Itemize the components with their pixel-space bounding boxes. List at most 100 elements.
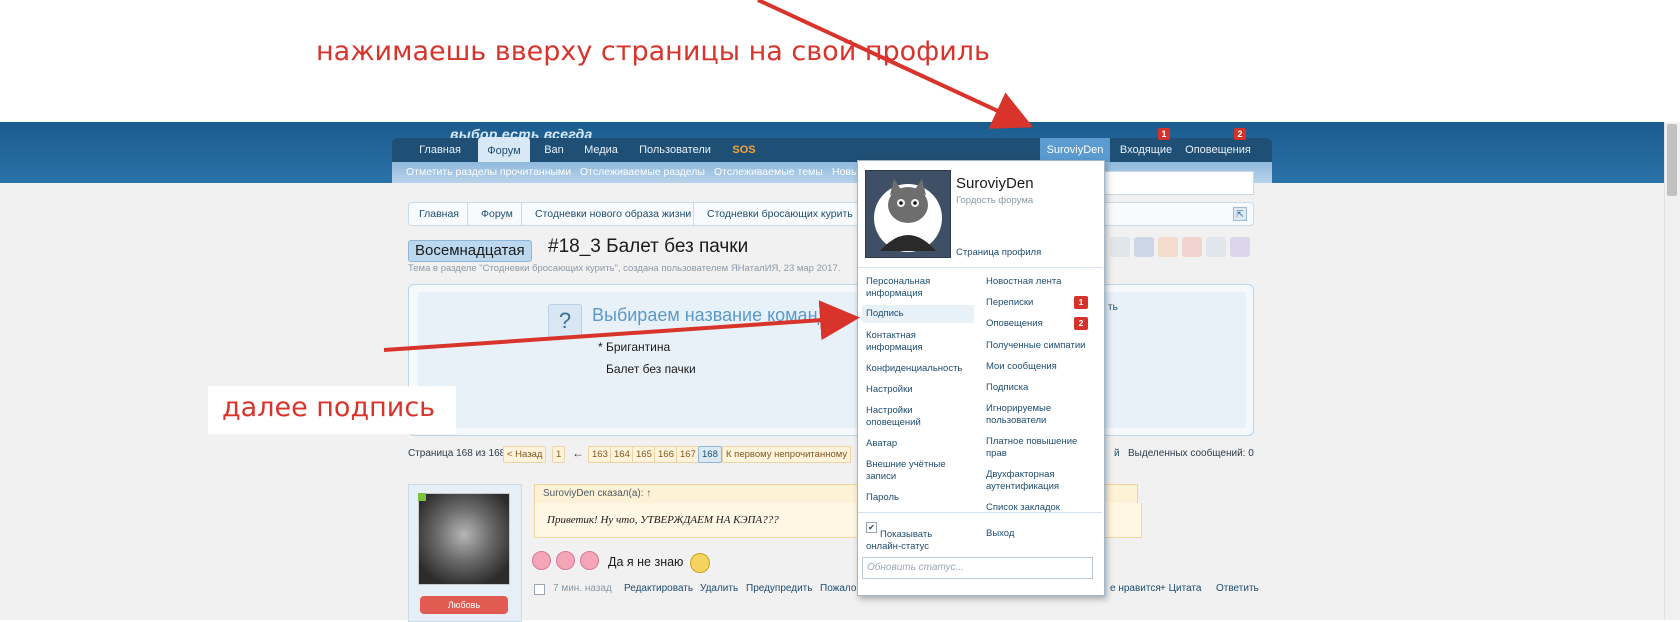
share-facebook-icon[interactable] — [1134, 237, 1154, 257]
share-viber-icon[interactable] — [1230, 237, 1250, 257]
breadcrumb-separator — [467, 203, 468, 225]
page-count-label: Страница 168 из 168 — [408, 448, 506, 459]
breadcrumb-separator — [693, 203, 694, 225]
menu-privacy[interactable]: Конфиденциальность — [866, 363, 981, 375]
pig-smiley-icon — [532, 551, 551, 570]
ellipsis-arrow: ← — [572, 446, 584, 460]
quote-link[interactable]: + Цитата — [1160, 583, 1201, 594]
dropdown-username[interactable]: SuroviyDen — [956, 175, 1034, 192]
share-odnoklassniki-icon[interactable] — [1158, 237, 1178, 257]
reply-link[interactable]: Ответить — [1216, 583, 1259, 594]
page-166[interactable]: 166 — [654, 446, 678, 463]
breadcrumb-separator — [521, 203, 522, 225]
show-online-label[interactable]: Показывать онлайн-статус — [866, 529, 956, 553]
annotation-top: нажимаешь вверху страницы на свой профил… — [316, 36, 990, 67]
page-163[interactable]: 163 — [588, 446, 612, 463]
tab-users[interactable]: Пользователи — [632, 138, 718, 162]
alerts-tab[interactable]: Оповещения — [1182, 138, 1254, 162]
love-badge: Любовь — [420, 596, 508, 614]
menu-ignored-users[interactable]: Игнорируемые пользователи — [986, 403, 1076, 427]
post-select-checkbox[interactable] — [534, 584, 545, 595]
like-link[interactable]: е нравится — [1110, 583, 1161, 594]
mark-forums-read-link[interactable]: Отметить разделы прочитанными — [406, 162, 571, 183]
main-navigation: Главная Форум Ban Медиа Пользователи SOS… — [392, 128, 1272, 163]
watched-threads-link[interactable]: Отслеживаемые темы — [714, 162, 823, 183]
logout-link[interactable]: Выход — [986, 528, 1096, 540]
dropdown-divider — [858, 512, 1102, 513]
share-vk-icon[interactable] — [1110, 237, 1130, 257]
poll-side-text: ть — [1108, 302, 1118, 313]
dropdown-avatar[interactable] — [865, 170, 951, 258]
menu-signature[interactable]: Подпись — [862, 305, 974, 323]
breadcrumb-section[interactable]: Стодневки нового образа жизни — [535, 203, 691, 225]
page-164[interactable]: 164 — [610, 446, 634, 463]
wink-smiley-icon — [690, 553, 710, 573]
tab-sos[interactable]: SOS — [726, 138, 762, 162]
alerts-count-badge: 2 — [1234, 128, 1246, 140]
edit-link[interactable]: Редактировать — [624, 583, 693, 594]
menu-received-likes[interactable]: Полученные симпатии — [986, 340, 1100, 352]
scrollbar-thumb[interactable] — [1667, 124, 1677, 196]
dropdown-avatar-caption: SuroviyDen — [891, 224, 917, 230]
poll-option[interactable]: Балет без пачки — [606, 362, 696, 376]
menu-external-accounts[interactable]: Внешние учётные записи — [866, 459, 966, 483]
pagination-partial-text: й — [1114, 448, 1120, 459]
menu-two-step-auth[interactable]: Двухфакторная аутентификация — [986, 469, 1076, 493]
page-165[interactable]: 165 — [632, 446, 656, 463]
selected-messages-count: Выделенных сообщений: 0 — [1128, 448, 1254, 459]
poll-question: Выбираем название команды — [592, 305, 841, 325]
dropdown-user-rank: Гордость форума — [956, 195, 1034, 206]
question-icon: ? — [548, 304, 582, 338]
first-unread-button[interactable]: К первому непрочитанному — [722, 446, 852, 463]
tab-ban[interactable]: Ban — [538, 138, 570, 162]
thread-description: Тема в разделе "Стодневки бросающих кури… — [408, 263, 841, 274]
menu-news-feed[interactable]: Новостная лента — [986, 276, 1096, 288]
page-168-current[interactable]: 168 — [698, 446, 722, 463]
search-input[interactable] — [1102, 171, 1254, 195]
tab-media[interactable]: Медиа — [578, 138, 624, 162]
inbox-tab[interactable]: Входящие — [1114, 138, 1178, 162]
breadcrumb: Главная Форум Стодневки нового образа жи… — [408, 202, 1254, 226]
watched-forums-link[interactable]: Отслеживаемые разделы — [580, 162, 705, 183]
poll-option[interactable]: * Бригантина — [598, 340, 670, 354]
warn-link[interactable]: Предупредить — [746, 583, 812, 594]
scrollbar-track[interactable] — [1664, 122, 1680, 620]
prev-page-button[interactable]: < Назад — [503, 446, 547, 463]
poster-avatar[interactable] — [418, 493, 510, 585]
page-167[interactable]: 167 — [676, 446, 700, 463]
menu-password[interactable]: Пароль — [866, 492, 976, 504]
menu-my-posts[interactable]: Мои сообщения — [986, 361, 1096, 373]
thread-title: #18_3 Балет без пачки — [548, 236, 749, 257]
status-input[interactable]: Обновить статус... — [862, 557, 1093, 579]
annotation-left: далее подпись — [222, 392, 436, 423]
post-message: Да я не знаю — [608, 555, 684, 569]
page-first[interactable]: 1 — [552, 446, 566, 463]
breadcrumb-home[interactable]: Главная — [419, 203, 459, 225]
share-googleplus-icon[interactable] — [1182, 237, 1202, 257]
breadcrumb-subsection[interactable]: Стодневки бросающих курить — [707, 203, 853, 225]
inbox-count-badge: 1 — [1158, 128, 1170, 140]
cat-avatar-icon — [874, 179, 942, 252]
jump-to-icon[interactable]: ⇱ — [1233, 207, 1247, 221]
pig-smiley-icon — [556, 551, 575, 570]
share-mailru-icon[interactable] — [1206, 237, 1226, 257]
thread-prefix[interactable]: Восемнадцатая — [408, 240, 532, 262]
post-time[interactable]: 7 мин. назад — [553, 583, 612, 594]
alerts-count-badge: 2 — [1074, 317, 1088, 330]
menu-subscription[interactable]: Подписка — [986, 382, 1096, 394]
conversations-count-badge: 1 — [1074, 296, 1088, 309]
online-indicator — [418, 493, 426, 501]
profile-page-link[interactable]: Страница профиля — [956, 247, 1041, 258]
delete-link[interactable]: Удалить — [700, 583, 738, 594]
menu-contact-info[interactable]: Контактная информация — [866, 330, 946, 354]
menu-avatar[interactable]: Аватар — [866, 438, 976, 450]
menu-settings[interactable]: Настройки — [866, 384, 976, 396]
user-profile-tab[interactable]: SuroviyDen — [1040, 138, 1110, 162]
tab-forum[interactable]: Форум — [478, 137, 530, 163]
menu-personal-info[interactable]: Персональная информация — [866, 276, 956, 300]
menu-paid-upgrades[interactable]: Платное повышение прав — [986, 436, 1086, 460]
pig-smiley-icon — [580, 551, 599, 570]
menu-alert-settings[interactable]: Настройки оповещений — [866, 405, 936, 429]
breadcrumb-forum[interactable]: Форум — [481, 203, 513, 225]
tab-home[interactable]: Главная — [410, 138, 470, 162]
